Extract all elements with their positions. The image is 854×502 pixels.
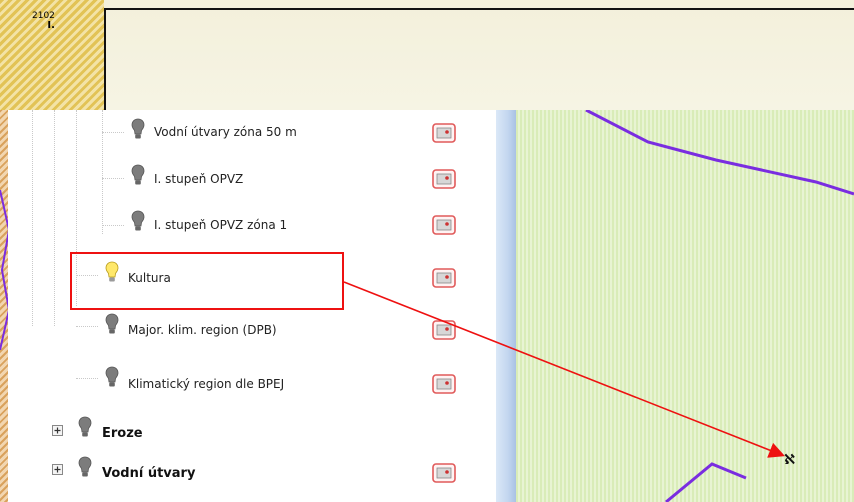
- layer-info-icon[interactable]: [432, 215, 456, 235]
- gray-bulb-icon[interactable]: [78, 416, 92, 438]
- tree-branch: [76, 378, 98, 379]
- layer-item[interactable]: I. stupeň OPVZ zóna 1: [8, 203, 496, 243]
- gray-bulb-icon[interactable]: [131, 118, 145, 140]
- layer-label: Vodní útvary zóna 50 m: [154, 125, 297, 139]
- layer-group-vodni-utvary[interactable]: Vodní útvary: [8, 452, 496, 492]
- map-boundaries: [585, 110, 854, 502]
- banner-divider-horizontal: [105, 8, 854, 10]
- layer-label: Klimatický region dle BPEJ: [128, 377, 285, 391]
- layer-label: I. stupeň OPVZ zóna 1: [154, 218, 288, 232]
- layer-label: I. stupeň OPVZ: [154, 172, 244, 186]
- top-banner: [0, 0, 854, 110]
- parcel-label: 2102 I.: [32, 12, 55, 31]
- expand-plus-icon[interactable]: [52, 464, 63, 475]
- panel-splitter[interactable]: [496, 110, 516, 502]
- tree-branch: [102, 132, 124, 133]
- gray-bulb-icon[interactable]: [131, 164, 145, 186]
- layer-info-icon[interactable]: [432, 169, 456, 189]
- layer-info-icon[interactable]: [432, 320, 456, 340]
- layer-label: Major. klim. region (DPB): [128, 323, 277, 337]
- layer-group-eroze[interactable]: Eroze: [8, 412, 496, 452]
- layer-item[interactable]: Major. klim. region (DPB): [8, 310, 496, 350]
- highlight-box: [70, 252, 344, 310]
- layer-info-icon[interactable]: [432, 123, 456, 143]
- gray-bulb-icon[interactable]: [78, 456, 92, 478]
- layer-info-icon[interactable]: [432, 463, 456, 483]
- layer-item[interactable]: I. stupeň OPVZ: [8, 158, 496, 198]
- layer-item[interactable]: Klimatický region dle BPEJ: [8, 362, 496, 402]
- layer-info-icon[interactable]: [432, 268, 456, 288]
- tree-branch: [102, 178, 124, 179]
- group-label: Vodní útvary: [102, 466, 196, 481]
- gray-bulb-icon[interactable]: [105, 366, 119, 388]
- gray-bulb-icon[interactable]: [105, 313, 119, 335]
- layer-item[interactable]: Vodní útvary zóna 50 m: [8, 113, 496, 153]
- parcel-subdivision: I.: [47, 20, 55, 31]
- map-view[interactable]: [516, 110, 854, 502]
- group-label: Eroze: [102, 426, 143, 441]
- gray-bulb-icon[interactable]: [131, 210, 145, 232]
- layer-info-icon[interactable]: [432, 374, 456, 394]
- expand-plus-icon[interactable]: [52, 425, 63, 436]
- banner-divider-vertical: [104, 8, 106, 110]
- tree-branch: [76, 326, 98, 327]
- tree-branch: [102, 225, 124, 226]
